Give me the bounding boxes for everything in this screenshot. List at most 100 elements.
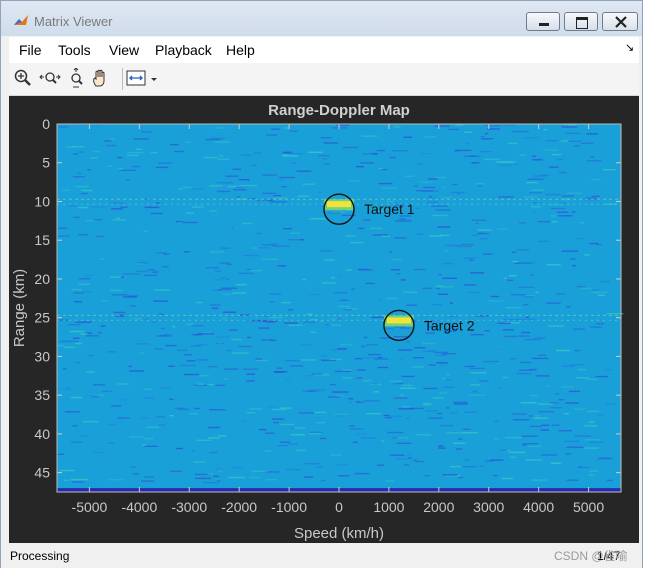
noise-streak xyxy=(269,316,283,319)
range-doppler-plot[interactable]: Target 1 Target 2 Range-Doppler Map -5000 -4… xyxy=(9,96,639,543)
noise-streak xyxy=(378,168,383,170)
noise-streak xyxy=(363,336,367,339)
noise-streak xyxy=(306,293,321,296)
noise-streak xyxy=(208,426,221,428)
noise-streak xyxy=(348,425,356,427)
noise-streak xyxy=(470,384,481,386)
noise-streak xyxy=(584,447,599,449)
noise-streak xyxy=(71,288,82,291)
noise-streak xyxy=(361,345,366,348)
window-title: Matrix Viewer xyxy=(34,14,113,29)
noise-streak xyxy=(314,411,326,414)
noise-streak xyxy=(329,358,342,361)
noise-streak xyxy=(72,481,85,483)
noise-streak xyxy=(580,287,592,290)
noise-streak xyxy=(308,433,321,435)
y-tick-label: 30 xyxy=(34,348,50,364)
noise-streak xyxy=(538,403,553,405)
noise-streak xyxy=(249,408,262,410)
noise-streak xyxy=(78,283,91,285)
noise-streak xyxy=(336,274,343,277)
noise-streak xyxy=(155,166,169,169)
noise-streak xyxy=(422,403,433,406)
menu-help[interactable]: Help xyxy=(226,42,255,58)
noise-streak xyxy=(575,377,590,379)
noise-streak xyxy=(437,226,451,228)
zoom-in-icon[interactable] xyxy=(13,68,35,88)
noise-streak xyxy=(57,344,65,347)
close-button[interactable] xyxy=(602,12,638,31)
noise-streak xyxy=(361,135,378,137)
noise-streak xyxy=(558,171,567,174)
noise-streak xyxy=(362,380,372,382)
noise-streak xyxy=(348,398,354,400)
minimize-button[interactable] xyxy=(526,12,560,31)
noise-streak xyxy=(207,383,214,386)
noise-streak xyxy=(398,408,414,410)
menu-view[interactable]: View xyxy=(109,42,139,58)
noise-streak xyxy=(541,454,558,456)
noise-streak xyxy=(144,437,154,440)
noise-streak xyxy=(434,125,450,127)
noise-streak xyxy=(135,343,150,345)
pan-hand-icon[interactable] xyxy=(90,68,112,88)
noise-streak xyxy=(143,397,155,399)
noise-streak xyxy=(554,393,560,395)
noise-streak xyxy=(291,153,303,155)
noise-streak xyxy=(75,321,92,323)
noise-streak xyxy=(398,349,413,351)
menu-tools[interactable]: Tools xyxy=(58,42,91,58)
noise-streak xyxy=(508,142,518,145)
noise-streak xyxy=(209,451,218,454)
menu-file[interactable]: File xyxy=(19,42,42,58)
noise-streak xyxy=(464,131,472,133)
noise-streak xyxy=(589,441,604,443)
noise-streak xyxy=(605,369,613,371)
noise-streak xyxy=(363,400,380,402)
noise-streak xyxy=(438,273,442,276)
noise-streak xyxy=(238,345,252,348)
noise-streak xyxy=(242,368,259,370)
noise-streak xyxy=(349,428,364,430)
noise-streak xyxy=(393,397,408,399)
noise-streak xyxy=(529,425,542,428)
horizontal-zoom-icon[interactable] xyxy=(39,68,61,88)
noise-streak xyxy=(228,476,246,479)
noise-streak xyxy=(354,358,363,360)
noise-streak xyxy=(214,336,230,338)
noise-streak xyxy=(116,383,129,385)
menu-dock-arrow-icon[interactable]: ↘ xyxy=(625,41,634,54)
noise-streak xyxy=(81,189,93,192)
noise-streak xyxy=(521,331,531,334)
noise-streak xyxy=(497,387,503,389)
maximize-button[interactable] xyxy=(564,12,598,31)
noise-streak xyxy=(223,311,237,313)
noise-streak xyxy=(85,274,92,277)
noise-streak xyxy=(109,479,123,481)
noise-streak xyxy=(221,287,238,289)
noise-streak xyxy=(580,222,584,224)
noise-streak xyxy=(457,193,461,195)
fit-to-view-icon[interactable] xyxy=(126,68,148,88)
noise-streak xyxy=(548,166,559,168)
noise-streak xyxy=(337,348,347,350)
vertical-zoom-icon[interactable] xyxy=(65,68,87,88)
noise-streak xyxy=(103,140,112,142)
matrix-viewer-window: Matrix Viewer File Tools View Playback H… xyxy=(0,0,643,568)
noise-streak xyxy=(588,421,595,423)
noise-streak xyxy=(425,410,439,412)
noise-streak xyxy=(404,464,409,466)
dropdown-arrow-icon[interactable] xyxy=(148,68,160,88)
noise-streak xyxy=(513,163,519,165)
noise-streak xyxy=(413,268,426,271)
noise-streak xyxy=(531,155,537,157)
noise-streak xyxy=(532,159,543,161)
noise-streak xyxy=(110,202,127,204)
noise-streak xyxy=(478,185,482,188)
noise-streak xyxy=(442,262,454,265)
noise-streak xyxy=(272,245,290,247)
menu-playback[interactable]: Playback xyxy=(155,42,212,58)
title-bar[interactable]: Matrix Viewer xyxy=(1,1,642,36)
noise-streak xyxy=(68,204,78,207)
noise-streak xyxy=(66,387,71,389)
